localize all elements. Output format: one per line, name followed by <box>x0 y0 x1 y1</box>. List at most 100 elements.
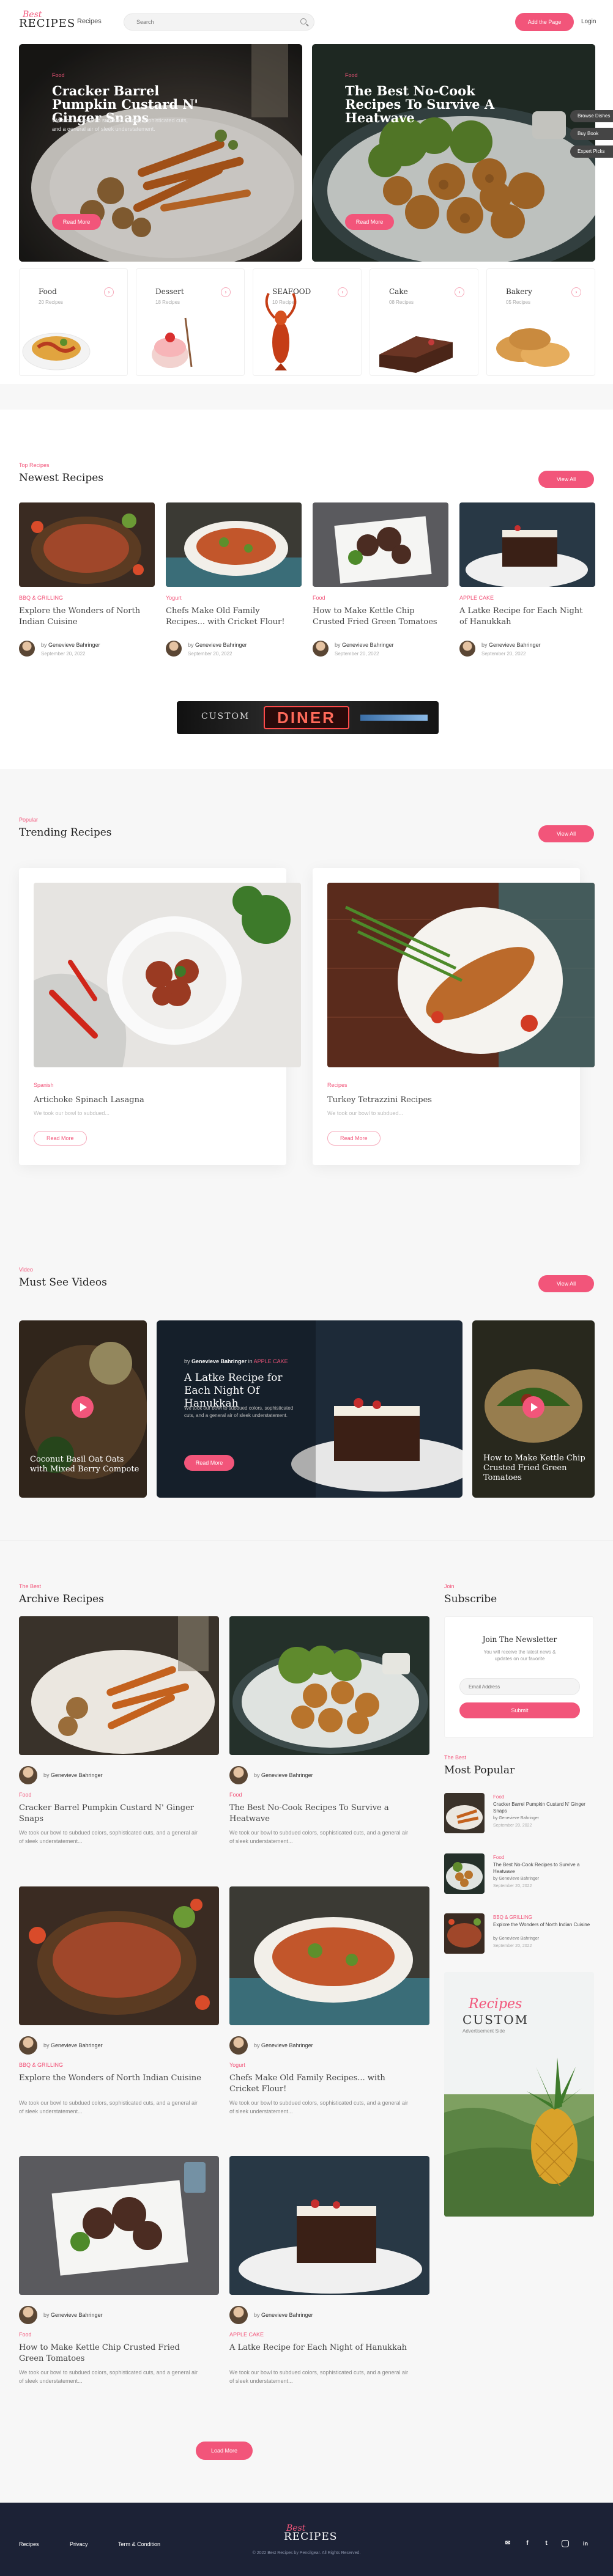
add-page-button[interactable]: Add the Page <box>515 13 574 31</box>
search-input[interactable] <box>124 14 289 30</box>
recipe-image[interactable] <box>459 502 595 587</box>
archive-image[interactable] <box>229 1616 429 1755</box>
archive-category[interactable]: Food <box>19 1792 32 1798</box>
login-link[interactable]: Login <box>581 18 596 25</box>
archive-category[interactable]: Food <box>229 1792 242 1798</box>
category-image <box>152 317 193 368</box>
trending-image[interactable] <box>34 883 301 1067</box>
recipe-category[interactable]: APPLE CAKE <box>459 595 494 601</box>
video-title[interactable]: How to Make Kettle Chip Crusted Fried Gr… <box>483 1454 587 1483</box>
trending-title[interactable]: Artichoke Spinach Lasagna <box>34 1095 144 1105</box>
read-more-button[interactable]: Read More <box>52 214 101 230</box>
recipe-title[interactable]: Explore the Wonders of North Indian Cuis… <box>19 606 147 628</box>
avatar <box>166 641 182 657</box>
submit-button[interactable]: Submit <box>459 1702 580 1718</box>
category-card[interactable]: Dessert 18 Recipes › <box>136 268 245 376</box>
nav-recipes-link[interactable]: Recipes <box>77 18 102 25</box>
footer-link-terms[interactable]: Term & Condition <box>118 2541 160 2547</box>
recipe-title[interactable]: Chefs Make Old Family Recipes... with Cr… <box>166 606 294 628</box>
popular-title[interactable]: Cracker Barrel Pumpkin Custard N' Ginger… <box>493 1801 591 1814</box>
linkedin-icon[interactable]: in <box>581 2539 590 2548</box>
archive-title[interactable]: Cracker Barrel Pumpkin Custard N' Ginger… <box>19 1803 202 1825</box>
popular-item[interactable]: Food Cracker Barrel Pumpkin Custard N' G… <box>444 1793 594 1836</box>
search-icon[interactable] <box>300 18 306 24</box>
recipe-category[interactable]: Yogurt <box>166 595 182 601</box>
archive-category[interactable]: APPLE CAKE <box>229 2331 264 2338</box>
popular-image[interactable] <box>444 1853 485 1894</box>
trending-category[interactable]: Spanish <box>34 1082 54 1088</box>
archive-image[interactable] <box>19 2156 219 2295</box>
popular-image[interactable] <box>444 1793 485 1833</box>
recipe-category[interactable]: BBQ & GRILLING <box>19 595 63 601</box>
trending-image[interactable] <box>327 883 595 1067</box>
footer-logo[interactable]: Best RECIPES <box>281 2523 336 2548</box>
view-all-button[interactable]: View All <box>538 825 594 842</box>
instagram-icon[interactable] <box>562 2540 569 2547</box>
category-card[interactable]: Bakery 05 Recipes › <box>486 268 595 376</box>
search-bar[interactable] <box>124 13 314 31</box>
side-tag-expert[interactable]: Expert Picks <box>570 145 613 158</box>
archive-image[interactable] <box>229 2156 429 2295</box>
recipe-image[interactable] <box>19 502 155 587</box>
email-field[interactable] <box>459 1678 580 1695</box>
ad-banner-decor <box>360 715 428 721</box>
footer-link-recipes[interactable]: Recipes <box>19 2541 39 2547</box>
recipe-title[interactable]: How to Make Kettle Chip Crusted Fried Gr… <box>313 606 441 628</box>
trending-title[interactable]: Turkey Tetrazzini Recipes <box>327 1095 432 1105</box>
recipe-title[interactable]: A Latke Recipe for Each Night of Hanukka… <box>459 606 588 628</box>
video-card-featured[interactable]: by Genevieve Bahringer in APPLE CAKE A L… <box>157 1320 463 1498</box>
trending-card[interactable]: Spanish Artichoke Spinach Lasagna We too… <box>19 868 301 1165</box>
archive-image[interactable] <box>229 1886 429 2025</box>
side-tag-browse[interactable]: Browse Dishes <box>570 110 613 122</box>
trending-category[interactable]: Recipes <box>327 1082 347 1088</box>
play-icon[interactable] <box>72 1396 94 1418</box>
video-card[interactable]: How to Make Kettle Chip Crusted Fried Gr… <box>472 1320 595 1498</box>
twitter-icon[interactable]: t <box>542 2539 551 2548</box>
side-tag-list: Browse Dishes Buy Book Expert Picks <box>570 110 613 163</box>
mail-icon[interactable]: ✉ <box>503 2539 512 2548</box>
hero-title[interactable]: The Best No-Cook Recipes To Survive A He… <box>345 84 504 125</box>
hero-card[interactable]: Food Cracker Barrel Pumpkin Custard N' G… <box>19 44 302 262</box>
read-more-button[interactable]: Read More <box>34 1131 87 1146</box>
archive-title[interactable]: Chefs Make Old Family Recipes... with Cr… <box>229 2073 413 2095</box>
archive-image[interactable] <box>19 1616 219 1755</box>
archive-title[interactable]: Explore the Wonders of North Indian Cuis… <box>19 2073 202 2084</box>
read-more-button[interactable]: Read More <box>327 1131 381 1146</box>
video-title[interactable]: Coconut Basil Oat Oats with Mixed Berry … <box>30 1455 140 1474</box>
view-all-button[interactable]: View All <box>538 1275 594 1292</box>
popular-title[interactable]: Explore the Wonders of North Indian Cuis… <box>493 1921 591 1928</box>
recipe-category[interactable]: Food <box>313 595 325 601</box>
archive-image[interactable] <box>19 1886 219 2025</box>
ad-banner[interactable]: CUSTOM DINER <box>177 701 439 734</box>
read-more-button[interactable]: Read More <box>184 1455 234 1471</box>
popular-image[interactable] <box>444 1913 485 1954</box>
side-advertisement[interactable]: Recipes CUSTOM Advertisement Side <box>444 1972 594 2217</box>
archive-title[interactable]: The Best No-Cook Recipes To Survive a He… <box>229 1803 413 1825</box>
avatar <box>229 2036 248 2055</box>
recipe-image[interactable] <box>313 502 448 587</box>
trending-card[interactable]: Recipes Turkey Tetrazzini Recipes We too… <box>313 868 595 1165</box>
load-more-button[interactable]: Load More <box>196 2442 253 2460</box>
footer-link-privacy[interactable]: Privacy <box>70 2541 88 2547</box>
read-more-button[interactable]: Read More <box>345 214 394 230</box>
category-card[interactable]: SEAFOOD 10 Recipes › <box>253 268 362 376</box>
hero-card[interactable]: Food The Best No-Cook Recipes To Survive… <box>312 44 595 262</box>
archive-category[interactable]: Food <box>19 2331 32 2338</box>
popular-item[interactable]: Food The Best No-Cook Recipes to Survive… <box>444 1853 594 1896</box>
newsletter-text: You will receive the latest news & updat… <box>483 1649 556 1662</box>
side-tag-buy-book[interactable]: Buy Book <box>570 128 613 140</box>
avatar <box>19 641 35 657</box>
archive-category[interactable]: Yogurt <box>229 2062 245 2068</box>
facebook-icon[interactable]: f <box>523 2539 532 2548</box>
archive-title[interactable]: How to Make Kettle Chip Crusted Fried Gr… <box>19 2342 202 2364</box>
archive-category[interactable]: BBQ & GRILLING <box>19 2062 63 2068</box>
video-card[interactable]: Coconut Basil Oat Oats with Mixed Berry … <box>19 1320 147 1498</box>
popular-title[interactable]: The Best No-Cook Recipes to Survive a He… <box>493 1861 591 1875</box>
recipe-image[interactable] <box>166 502 302 587</box>
popular-item[interactable]: BBQ & GRILLING Explore the Wonders of No… <box>444 1913 594 1956</box>
archive-title[interactable]: A Latke Recipe for Each Night of Hanukka… <box>229 2342 413 2353</box>
play-icon[interactable] <box>522 1396 544 1418</box>
category-card[interactable]: Cake 08 Recipes › <box>370 268 478 376</box>
view-all-button[interactable]: View All <box>538 471 594 488</box>
category-card[interactable]: Food 20 Recipes › <box>19 268 128 376</box>
